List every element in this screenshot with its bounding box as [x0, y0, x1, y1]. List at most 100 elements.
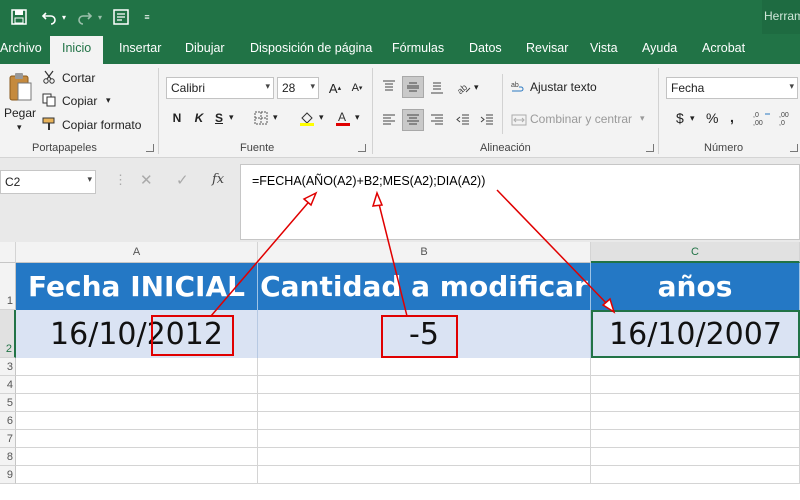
currency-button[interactable]: $ [676, 110, 684, 126]
tab-revisar[interactable]: Revisar [526, 41, 568, 55]
cell-b7[interactable] [258, 430, 591, 448]
chevron-down-icon[interactable]: ▾ [87, 174, 92, 185]
cell-b3[interactable] [258, 358, 591, 376]
align-right-icon[interactable] [426, 109, 448, 131]
orientation-dropdown-icon[interactable]: ▾ [474, 82, 479, 93]
formula-text[interactable]: =FECHA(AÑO(A2)+B2;MES(A2);DIA(A2)) [252, 174, 485, 188]
cell-c2[interactable]: 16/10/2007 [591, 310, 800, 358]
tab-datos[interactable]: Datos [469, 41, 502, 55]
percent-button[interactable]: % [706, 110, 718, 126]
tab-vista[interactable]: Vista [590, 41, 618, 55]
merge-center-button[interactable]: Combinar y centrar [530, 112, 632, 126]
cell-c3[interactable] [591, 358, 800, 376]
font-name-combo[interactable]: Calibri ▾ [166, 77, 274, 99]
clipboard-launcher-icon[interactable] [146, 144, 154, 152]
cell-c1[interactable]: años [591, 263, 800, 310]
tab-acrobat[interactable]: Acrobat [702, 41, 745, 55]
increase-indent-icon[interactable] [476, 109, 498, 131]
align-middle-icon[interactable] [402, 76, 424, 98]
cell-b5[interactable] [258, 394, 591, 412]
align-top-icon[interactable] [378, 76, 400, 98]
form-icon[interactable] [110, 6, 132, 28]
decrease-decimal-icon[interactable]: ,00,0 [778, 107, 800, 129]
cut-button[interactable]: Cortar [62, 71, 95, 85]
alignment-launcher-icon[interactable] [646, 144, 654, 152]
cut-icon[interactable] [40, 68, 58, 86]
cancel-icon[interactable]: ✕ [140, 171, 153, 189]
row-header-7[interactable]: 7 [0, 430, 16, 448]
wrap-text-icon[interactable]: ab [508, 76, 530, 98]
cell-a5[interactable] [16, 394, 258, 412]
cell-a8[interactable] [16, 448, 258, 466]
comma-style-icon[interactable]: , [730, 109, 734, 125]
paste-button[interactable]: Pegar [4, 106, 36, 120]
spreadsheet-grid[interactable]: A B C 1 2 3 4 5 6 7 8 9 Fecha INICIAL Ca… [0, 242, 800, 500]
copy-dropdown-icon[interactable]: ▾ [106, 95, 111, 106]
font-size-combo[interactable]: 28 ▾ [277, 77, 319, 99]
underline-dropdown-icon[interactable]: ▾ [229, 112, 234, 123]
shrink-font-icon[interactable]: A ▾ [346, 77, 368, 99]
column-header-a[interactable]: A [16, 242, 258, 263]
name-box[interactable]: C2 ▾ [0, 170, 96, 194]
redo-icon[interactable] [74, 6, 96, 28]
row-header-5[interactable]: 5 [0, 394, 16, 412]
paste-icon[interactable] [6, 70, 34, 104]
column-header-c[interactable]: C [591, 242, 800, 263]
row-header-8[interactable]: 8 [0, 448, 16, 466]
undo-dropdown-icon[interactable]: ▾ [60, 6, 68, 28]
cell-a3[interactable] [16, 358, 258, 376]
cell-b6[interactable] [258, 412, 591, 430]
cell-a6[interactable] [16, 412, 258, 430]
cell-b8[interactable] [258, 448, 591, 466]
italic-button[interactable]: K [188, 107, 210, 129]
orientation-icon[interactable]: ab [452, 76, 474, 98]
format-painter-icon[interactable] [40, 115, 58, 133]
underline-button[interactable]: S [208, 107, 230, 129]
row-header-2[interactable]: 2 [0, 310, 16, 358]
tab-archivo[interactable]: Archivo [0, 41, 42, 55]
insert-function-button[interactable]: fx [212, 172, 224, 187]
cell-c4[interactable] [591, 376, 800, 394]
redo-dropdown-icon[interactable]: ▾ [96, 6, 104, 28]
cell-a4[interactable] [16, 376, 258, 394]
fill-color-dropdown-icon[interactable]: ▾ [319, 112, 324, 123]
undo-icon[interactable] [38, 6, 60, 28]
font-launcher-icon[interactable] [358, 144, 366, 152]
row-header-9[interactable]: 9 [0, 466, 16, 484]
cell-b1[interactable]: Cantidad a modificar [258, 263, 591, 310]
borders-dropdown-icon[interactable]: ▾ [273, 112, 278, 123]
wrap-text-button[interactable]: Ajustar texto [530, 80, 597, 94]
format-painter-button[interactable]: Copiar formato [62, 118, 141, 132]
font-color-dropdown-icon[interactable]: ▾ [355, 112, 360, 123]
tab-inicio[interactable]: Inicio [50, 36, 104, 64]
grow-font-icon[interactable]: A ▴ [324, 77, 346, 99]
cell-c6[interactable] [591, 412, 800, 430]
align-left-icon[interactable] [378, 109, 400, 131]
tab-ayuda[interactable]: Ayuda [642, 41, 677, 55]
tab-disposicion-pagina[interactable]: Disposición de página [250, 41, 372, 55]
cell-a9[interactable] [16, 466, 258, 484]
merge-dropdown-icon[interactable]: ▾ [640, 113, 645, 124]
currency-dropdown-icon[interactable]: ▾ [690, 113, 695, 124]
increase-decimal-icon[interactable]: ,0,00 [752, 107, 774, 129]
fill-color-icon[interactable] [296, 107, 318, 129]
bold-button[interactable]: N [166, 107, 188, 129]
cell-c8[interactable] [591, 448, 800, 466]
select-all-corner[interactable] [0, 242, 16, 263]
cell-b4[interactable] [258, 376, 591, 394]
cell-c7[interactable] [591, 430, 800, 448]
enter-icon[interactable]: ✓ [176, 171, 189, 189]
align-center-icon[interactable] [402, 109, 424, 131]
row-header-1[interactable]: 1 [0, 263, 16, 310]
number-launcher-icon[interactable] [790, 144, 798, 152]
save-icon[interactable] [8, 6, 30, 28]
merge-center-icon[interactable] [508, 109, 530, 131]
copy-button[interactable]: Copiar [62, 94, 97, 108]
cell-a2[interactable]: 16/10/2012 [16, 310, 258, 358]
cell-a1[interactable]: Fecha INICIAL [16, 263, 258, 310]
customize-toolbar-icon[interactable]: ≡ [140, 6, 154, 28]
decrease-indent-icon[interactable] [452, 109, 474, 131]
column-header-b[interactable]: B [258, 242, 591, 263]
tab-dibujar[interactable]: Dibujar [185, 41, 225, 55]
font-color-icon[interactable]: A [332, 107, 354, 129]
